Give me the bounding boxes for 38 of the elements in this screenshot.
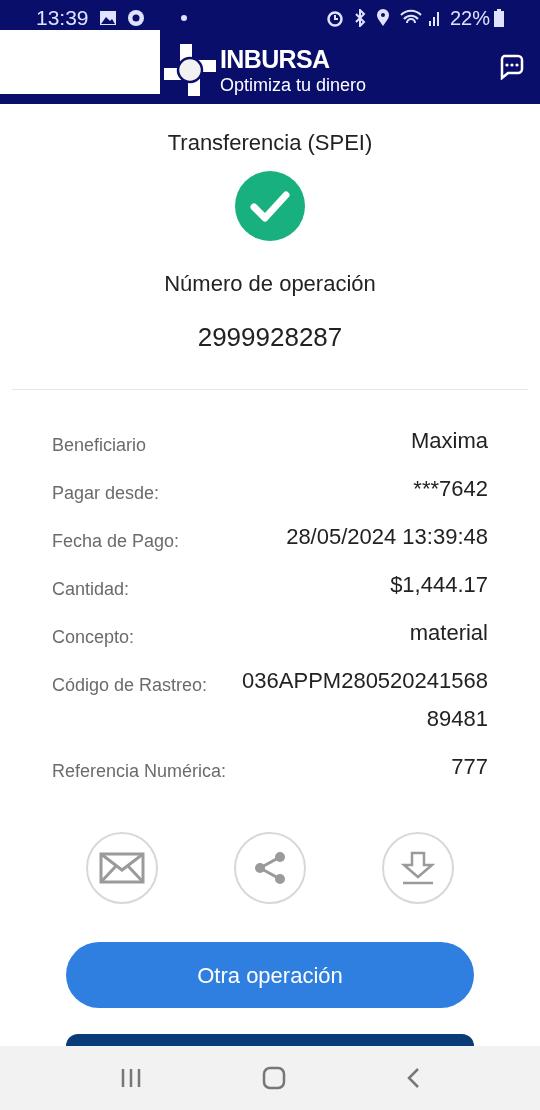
detail-label: Beneficiario [52,434,147,457]
operation-number: 2999928287 [197,321,343,354]
detail-label: Código de Rastreo: [52,674,208,697]
operation-label: Número de operación [164,270,376,298]
detail-value: ***7642 [412,475,488,503]
download-icon [400,851,436,885]
detail-value: 777 [450,753,488,781]
detail-label: Cantidad: [52,578,130,601]
success-check-icon [235,171,305,241]
battery-icon [494,9,504,27]
status-time: 13:39 [36,5,89,32]
chat-icon[interactable] [498,54,524,80]
image-icon [98,10,117,26]
brand-tagline: Optimiza tu dinero [220,75,367,94]
home-icon[interactable] [262,1066,286,1090]
transfer-title: Transferencia (SPEI) [167,129,373,157]
dot-icon [180,15,187,21]
detail-value: material [408,619,488,647]
location-icon [375,9,390,27]
browser-icon [126,9,145,27]
detail-value: $1,444.17 [389,571,488,599]
detail-label: Referencia Numérica: [52,760,227,783]
envelope-icon [99,852,145,884]
alarm-icon [325,9,344,27]
detail-value: 28/05/2024 13:39:48 [285,523,488,551]
detail-label: Fecha de Pago: [52,530,180,553]
battery-percent: 22% [449,6,490,31]
brand-name: INBURSA [220,46,331,72]
back-icon[interactable] [406,1067,420,1089]
logo-icon [162,42,218,98]
detail-value: Maxima [410,427,488,455]
other-operation-button[interactable]: Otra operación [66,942,474,1008]
detail-label: Concepto: [52,626,135,649]
signal-icon [427,9,442,27]
detail-value: 036APPM28052024156889481 [241,667,488,733]
recent-apps-icon[interactable] [120,1068,142,1088]
bluetooth-icon [353,9,366,27]
detail-label: Pagar desde: [52,482,160,505]
